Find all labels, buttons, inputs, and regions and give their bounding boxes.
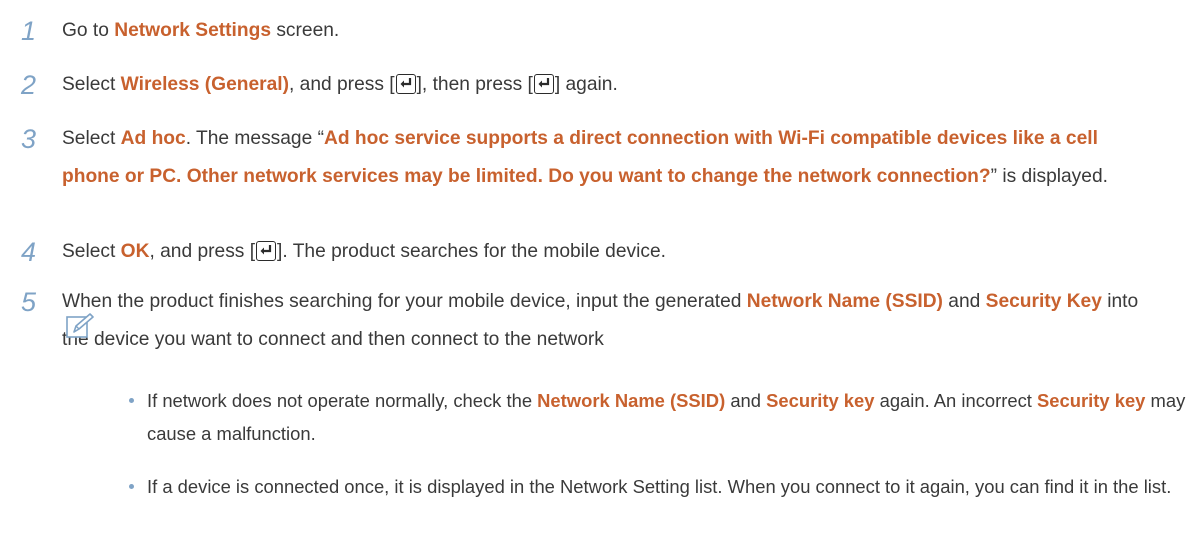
step-text: When the product finishes searching for … — [62, 283, 1152, 359]
body-text: ]. The product searches for the mobile d… — [277, 241, 666, 262]
highlighted-term: Security key — [1037, 390, 1146, 411]
body-text: ” is displayed. — [990, 166, 1108, 187]
highlighted-term: Network Name (SSID) — [746, 291, 943, 312]
body-text: and — [942, 291, 986, 312]
step-number: 5 — [21, 287, 37, 317]
step-text: Go to Network Settings screen. — [62, 12, 1182, 50]
note-pencil-icon — [66, 312, 94, 338]
body-text: If network does not operate normally, ch… — [147, 390, 538, 411]
body-text: again. An incorrect — [874, 390, 1038, 411]
body-text: screen. — [271, 20, 340, 41]
step-number: 2 — [21, 70, 37, 100]
bullet-dot — [129, 484, 134, 489]
enter-key-icon — [533, 74, 554, 94]
body-text: , and press [ — [149, 241, 256, 262]
highlighted-term: OK — [120, 241, 150, 262]
body-text: and — [725, 390, 767, 411]
body-text: If a device is connected once, it is dis… — [147, 476, 1172, 497]
bullet-dot — [129, 398, 134, 403]
enter-key-icon — [256, 241, 277, 261]
body-text: Go to — [62, 20, 115, 41]
highlighted-term: Wireless (General) — [120, 74, 289, 95]
step-text: Select Wireless (General), and press [],… — [62, 66, 1182, 104]
step-number: 1 — [21, 16, 37, 46]
body-text: Select — [62, 241, 121, 262]
highlighted-term: Security key — [766, 390, 875, 411]
body-text: , and press [ — [289, 74, 395, 95]
note-text: If a device is connected once, it is dis… — [147, 470, 1187, 503]
highlighted-term: Network Settings — [114, 20, 271, 41]
step-number: 3 — [21, 124, 37, 154]
step-number: 4 — [21, 237, 37, 267]
body-text: ] again. — [554, 74, 618, 95]
highlighted-term: Security Key — [985, 291, 1102, 312]
body-text: ], then press [ — [416, 74, 533, 95]
body-text: Select — [62, 128, 121, 149]
body-text: When the product finishes searching for … — [62, 291, 747, 312]
step-text: Select OK, and press [ ]. The product sea… — [62, 233, 1182, 271]
highlighted-term: Ad hoc — [120, 128, 186, 149]
enter-key-icon — [395, 74, 416, 94]
body-text: . The message “ — [185, 128, 324, 149]
body-text: Select — [62, 74, 121, 95]
step-text: Select Ad hoc. The message “Ad hoc servi… — [62, 120, 1152, 196]
highlighted-term: Network Name (SSID) — [537, 390, 726, 411]
note-text: If network does not operate normally, ch… — [147, 384, 1187, 450]
